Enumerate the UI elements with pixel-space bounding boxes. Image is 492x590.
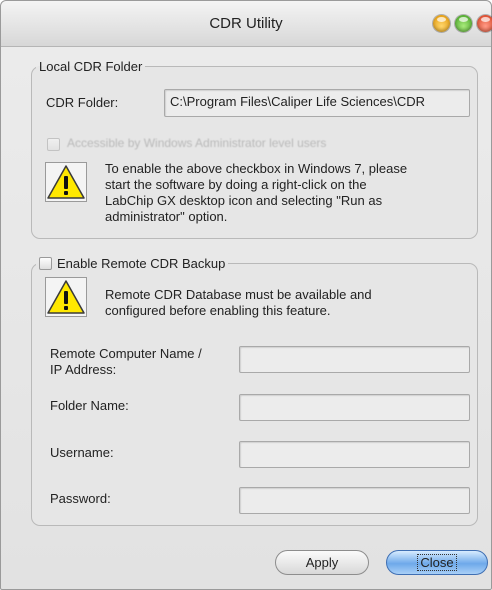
- admin-warning-line-1: To enable the above checkbox in Windows …: [105, 161, 408, 176]
- cdr-utility-window: CDR Utility Local CDR Folder CDR Folder:…: [0, 0, 492, 590]
- admin-warning-line-3: LabChip GX desktop icon and selecting "R…: [105, 193, 383, 208]
- folder-name-field[interactable]: [239, 394, 470, 421]
- window-title: CDR Utility: [209, 15, 283, 32]
- apply-button[interactable]: Apply: [275, 550, 369, 575]
- remote-cdr-backup-legend: Enable Remote CDR Backup: [36, 256, 228, 271]
- close-button[interactable]: Close: [386, 550, 488, 575]
- admin-warning-line-2: start the software by doing a right-clic…: [105, 177, 367, 192]
- admin-warning-line-4: administrator" option.: [105, 209, 228, 224]
- close-icon[interactable]: [477, 15, 492, 32]
- close-button-label: Close: [417, 554, 457, 571]
- folder-name-label: Folder Name:: [50, 398, 129, 413]
- username-field[interactable]: [239, 441, 470, 468]
- password-field[interactable]: [239, 487, 470, 514]
- remote-computer-label-line-2: IP Address:: [50, 362, 117, 377]
- title-bar[interactable]: CDR Utility: [1, 1, 492, 47]
- cdr-folder-field[interactable]: C:\Program Files\Caliper Life Sciences\C…: [164, 89, 470, 117]
- cdr-folder-label: CDR Folder:: [46, 95, 119, 110]
- enable-remote-backup-label[interactable]: Enable Remote CDR Backup: [57, 256, 225, 271]
- zoom-icon[interactable]: [455, 15, 472, 32]
- remote-warning-line-1: Remote CDR Database must be available an…: [105, 287, 372, 302]
- warning-icon: [45, 277, 87, 317]
- admin-access-checkbox[interactable]: [47, 138, 60, 151]
- remote-computer-label-line-1: Remote Computer Name /: [50, 346, 202, 361]
- remote-warning-line-2: configured before enabling this feature.: [105, 303, 331, 318]
- password-label: Password:: [50, 491, 111, 506]
- warning-icon: [45, 162, 87, 202]
- remote-computer-field[interactable]: [239, 346, 470, 373]
- minimize-icon[interactable]: [433, 15, 450, 32]
- enable-remote-backup-checkbox[interactable]: [39, 257, 52, 270]
- admin-access-checkbox-label: Accessible by Windows Administrator leve…: [67, 136, 327, 150]
- local-cdr-folder-legend: Local CDR Folder: [39, 59, 143, 74]
- username-label: Username:: [50, 445, 114, 460]
